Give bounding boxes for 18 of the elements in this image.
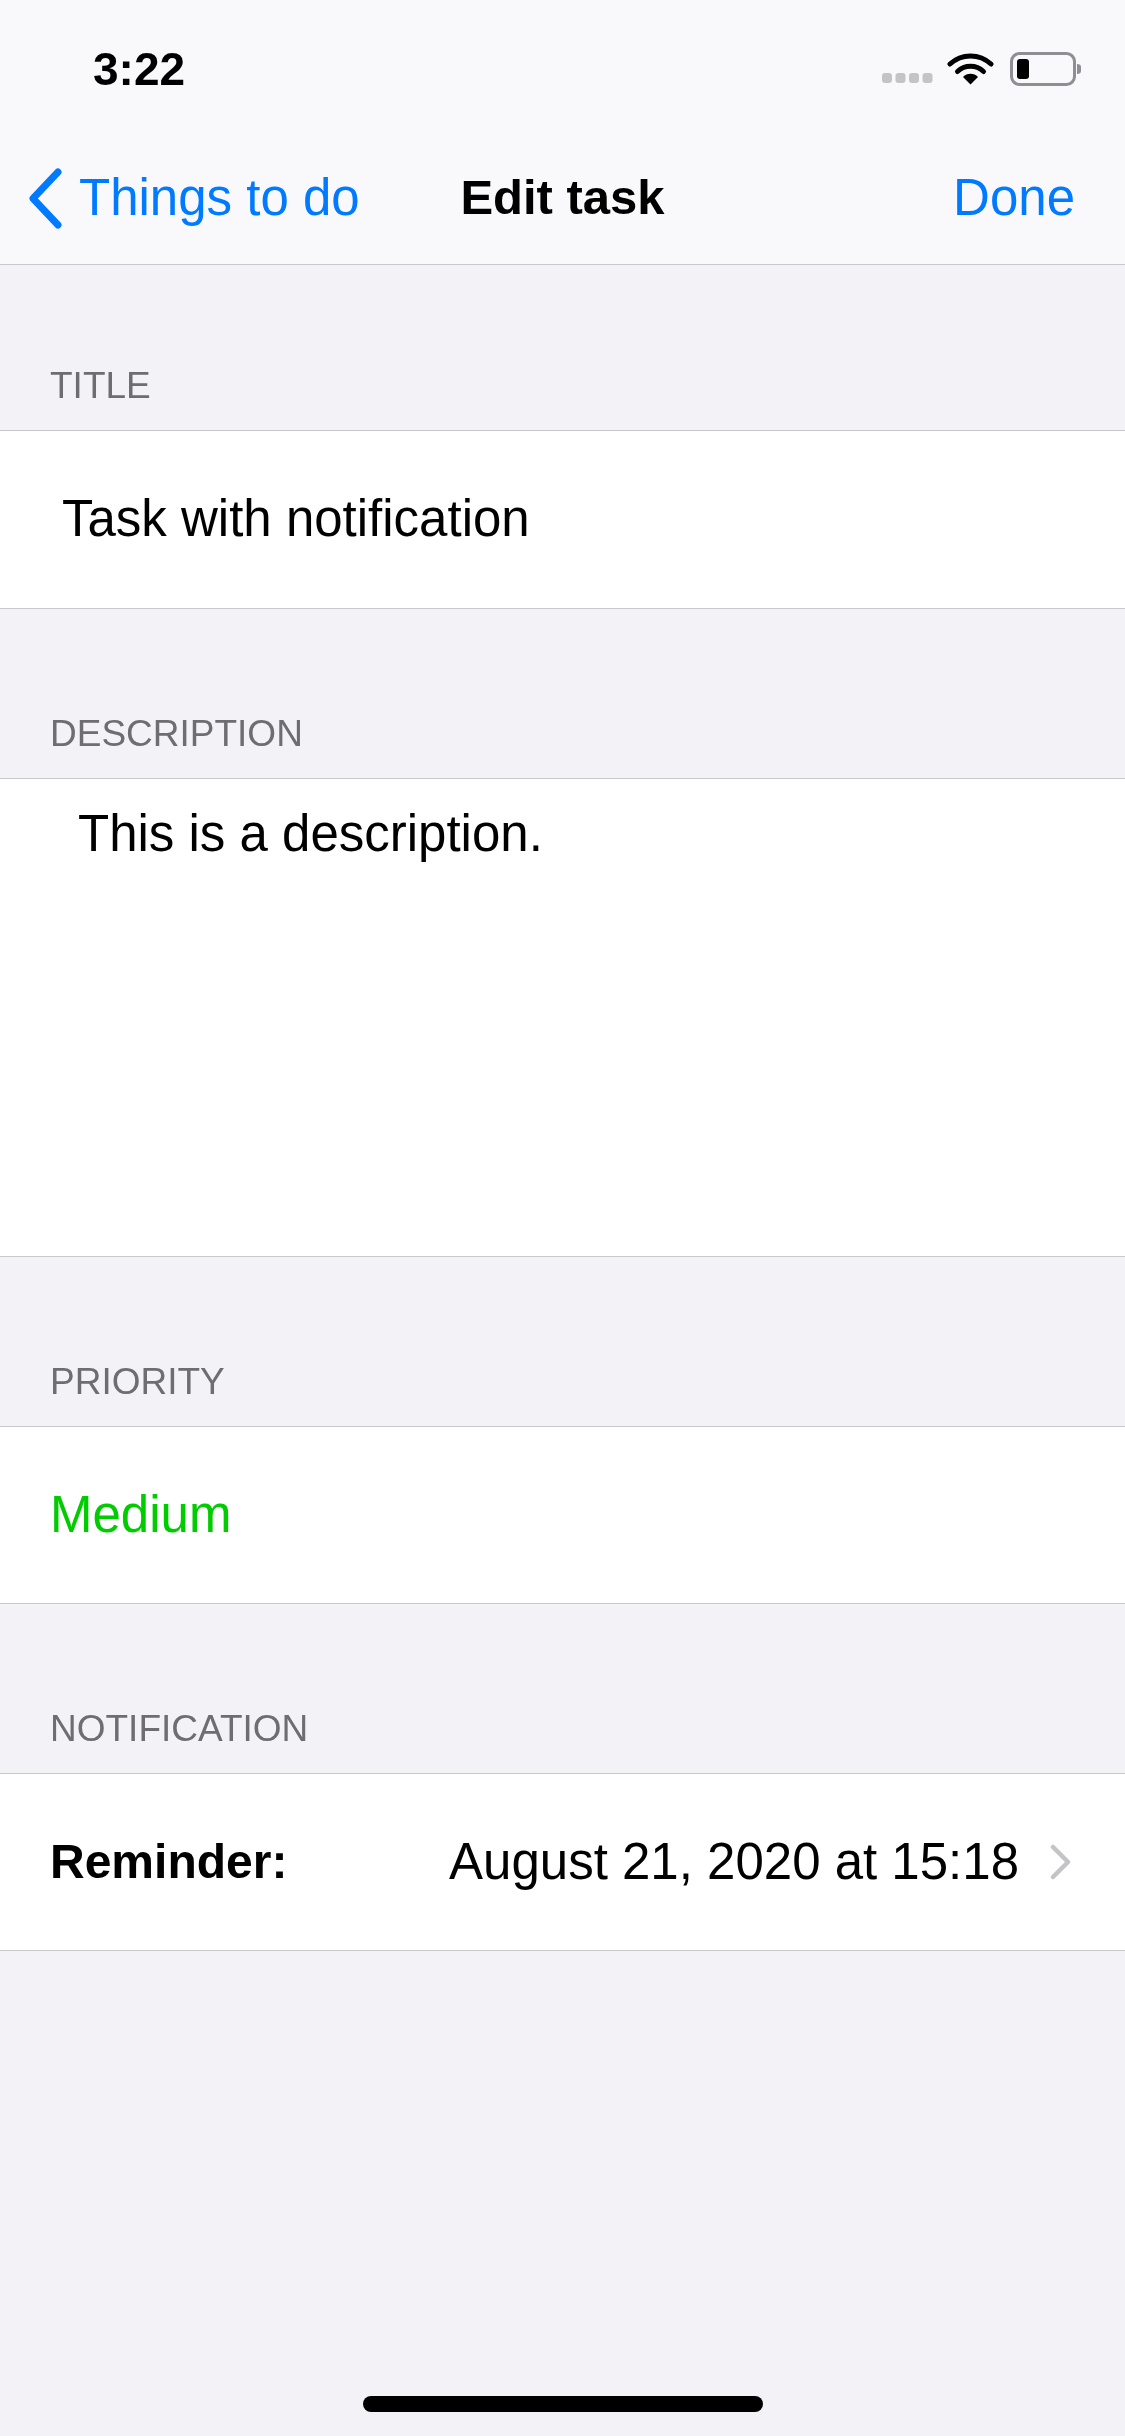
battery-icon <box>1010 52 1082 86</box>
reminder-date: August 21, 2020 at 15:18 <box>449 1831 1019 1892</box>
section-header: PRIORITY <box>50 1360 225 1404</box>
section-header: DESCRIPTION <box>50 712 303 756</box>
screen-title: Edit task <box>460 169 665 227</box>
done-button[interactable]: Done <box>953 159 1075 237</box>
reminder-label: Reminder: <box>50 1834 288 1890</box>
back-button[interactable]: Things to do <box>27 159 360 237</box>
signal-icon <box>882 73 933 83</box>
chevron-left-icon <box>27 166 63 230</box>
section-header: NOTIFICATION <box>50 1707 309 1751</box>
chevron-right-icon <box>1050 1844 1072 1880</box>
wifi-icon <box>947 53 994 85</box>
status-time: 3:22 <box>93 41 186 97</box>
description-field[interactable]: This is a description. <box>0 778 1125 1257</box>
reminder-row[interactable]: Reminder: August 21, 2020 at 15:18 <box>0 1773 1125 1951</box>
section-header: TITLE <box>50 364 151 408</box>
title-field[interactable]: Task with notification <box>0 430 1125 609</box>
